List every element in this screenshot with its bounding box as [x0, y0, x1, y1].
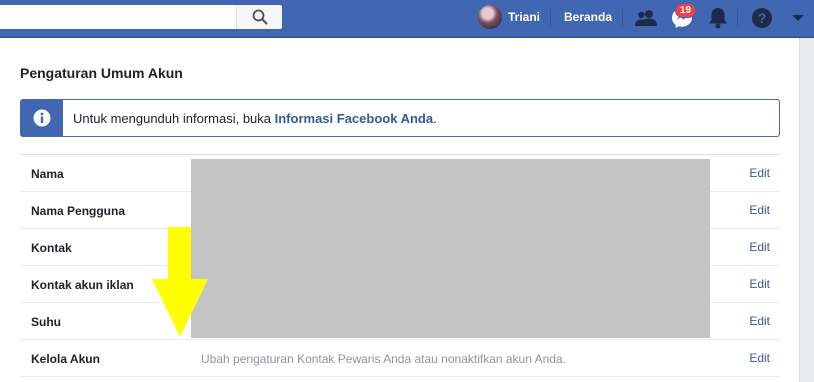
top-navigation-bar: Triani Beranda 19 ?	[0, 0, 814, 38]
account-menu-button[interactable]	[785, 5, 811, 31]
info-strip	[21, 100, 63, 136]
search-icon	[252, 9, 267, 25]
row-label: Kontak	[31, 241, 72, 255]
avatar	[478, 5, 502, 29]
home-link[interactable]: Beranda	[564, 10, 612, 24]
profile-link[interactable]: Triani	[478, 4, 540, 30]
edit-manage-account-link[interactable]: Edit	[749, 351, 770, 365]
search-button[interactable]	[236, 5, 282, 29]
edit-ad-account-contact-link[interactable]: Edit	[749, 277, 770, 291]
divider	[622, 9, 623, 27]
account-menu-icon	[792, 15, 804, 21]
row-value: Ubah pengaturan Kontak Pewaris Anda atau…	[201, 352, 566, 366]
row-label: Nama Pengguna	[31, 204, 126, 218]
edit-name-link[interactable]: Edit	[749, 166, 770, 180]
help-icon: ?	[752, 8, 772, 28]
info-text-suffix: .	[433, 111, 437, 126]
row-label: Nama	[31, 167, 64, 181]
info-text-prefix: Untuk mengunduh informasi, buka	[73, 111, 275, 126]
search-input[interactable]	[0, 5, 236, 29]
redaction-block	[191, 159, 710, 338]
info-message: Untuk mengunduh informasi, buka Informas…	[73, 111, 437, 126]
info-icon	[33, 109, 51, 127]
notifications-button[interactable]	[705, 5, 731, 31]
messages-count-badge: 19	[675, 3, 697, 18]
help-button[interactable]: ?	[749, 5, 775, 31]
settings-row-manage-account[interactable]: Kelola Akun Ubah pengaturan Kontak Pewar…	[20, 340, 780, 377]
row-label: Kontak akun iklan	[31, 278, 134, 292]
notifications-icon	[709, 8, 727, 29]
friend-requests-icon	[635, 10, 657, 26]
info-banner: Untuk mengunduh informasi, buka Informas…	[20, 99, 780, 137]
row-label: Kelola Akun	[31, 352, 100, 366]
arrow-down-icon	[152, 227, 208, 337]
divider	[737, 9, 738, 27]
page-title: Pengaturan Umum Akun	[20, 65, 183, 81]
friend-requests-button[interactable]	[633, 5, 659, 31]
row-label: Suhu	[31, 315, 61, 329]
facebook-information-link[interactable]: Informasi Facebook Anda	[275, 111, 433, 126]
divider	[550, 9, 551, 27]
svg-text:?: ?	[758, 10, 767, 26]
edit-temperature-link[interactable]: Edit	[749, 314, 770, 328]
edit-username-link[interactable]: Edit	[749, 203, 770, 217]
user-name: Triani	[508, 10, 541, 24]
edit-contact-link[interactable]: Edit	[749, 240, 770, 254]
